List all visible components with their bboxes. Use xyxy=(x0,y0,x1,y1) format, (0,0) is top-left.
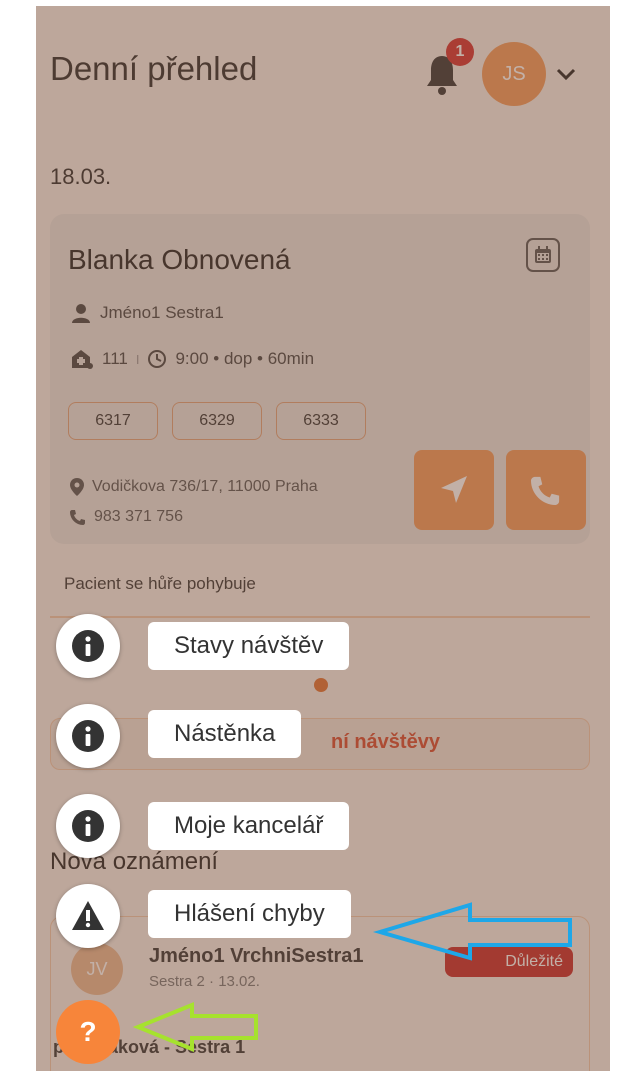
fab-my-office-button[interactable] xyxy=(56,794,120,858)
info-icon xyxy=(72,630,104,662)
app-screen: Denní přehled 1 JS 18.03. Blanka Obnoven… xyxy=(36,6,610,1071)
fab-report-bug-button[interactable] xyxy=(56,884,120,948)
info-icon xyxy=(72,720,104,752)
fab-label[interactable]: Stavy návštěv xyxy=(148,622,350,670)
info-icon xyxy=(72,810,104,842)
fab-label[interactable]: Hlášení chyby xyxy=(148,890,351,938)
help-button[interactable]: ? xyxy=(56,1000,120,1064)
fab-label[interactable]: Moje kancelář xyxy=(148,802,350,850)
fab-label[interactable]: Nástěnka xyxy=(148,710,302,758)
fab-visit-states-button[interactable] xyxy=(56,614,120,678)
fab-board-button[interactable] xyxy=(56,704,120,768)
warning-icon xyxy=(72,901,104,930)
